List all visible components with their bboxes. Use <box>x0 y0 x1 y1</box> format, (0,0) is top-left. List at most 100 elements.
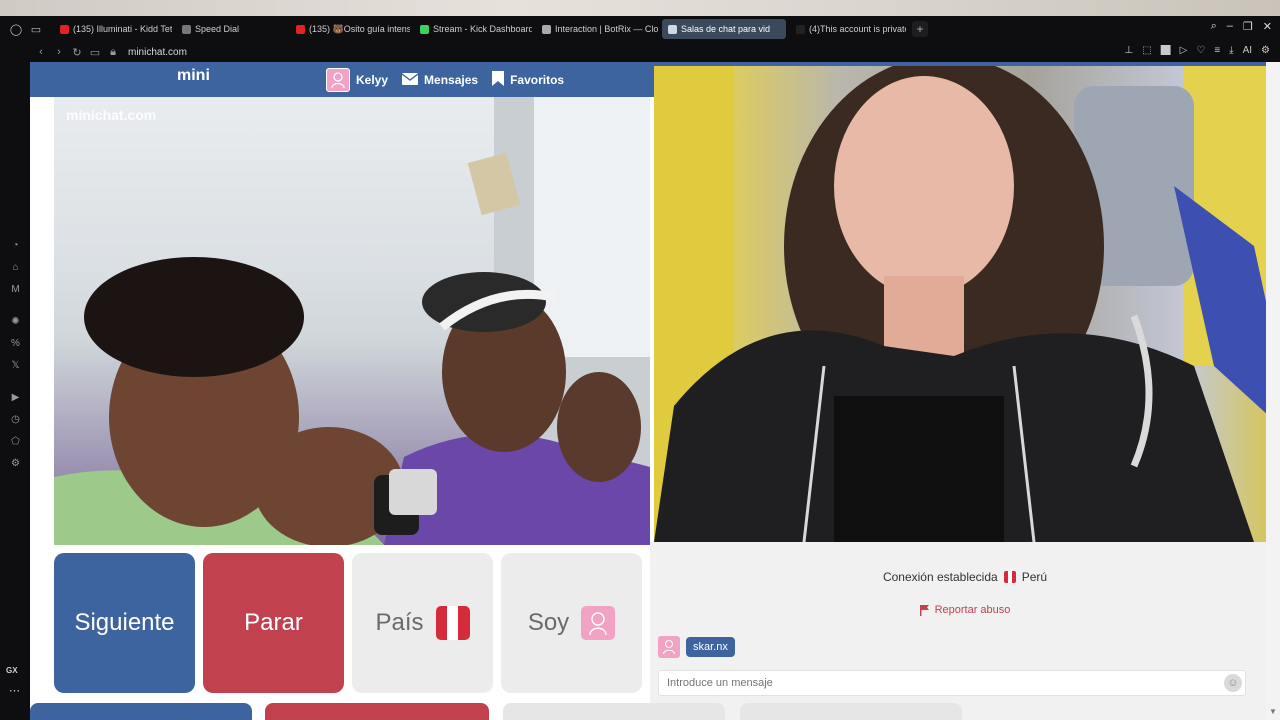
download-icon[interactable]: ⤓ <box>1229 45 1233 56</box>
remote-video-scene <box>654 66 1280 542</box>
player-icon[interactable]: ▶ <box>9 391 22 404</box>
page-scrollbar[interactable]: ▼ <box>1266 62 1280 720</box>
browser-tab[interactable]: Interaction | BotRix — Clou <box>536 19 658 39</box>
messenger-icon[interactable]: M <box>9 283 22 296</box>
history-icon[interactable]: ◷ <box>9 413 22 426</box>
background-strip <box>0 0 1280 16</box>
peru-flag-icon <box>435 606 470 640</box>
camera-icon[interactable]: ▭ <box>86 46 104 59</box>
tab-favicon-icon <box>420 24 429 34</box>
local-video-scene <box>54 97 650 545</box>
stop-button-label: Parar <box>244 609 303 636</box>
url-field[interactable]: minichat.com <box>128 47 187 58</box>
peru-flag-icon <box>1003 571 1016 583</box>
workspace-icon[interactable]: ▭ <box>26 19 46 39</box>
browser-tab[interactable]: Stream - Kick Dashboard <box>414 19 532 39</box>
tab-favicon-icon <box>296 24 305 34</box>
nav-messages[interactable]: Mensajes <box>401 72 479 88</box>
nav-profile[interactable]: Kelyy <box>326 68 388 92</box>
reload-icon[interactable]: ↻ <box>68 46 86 59</box>
new-tab-button[interactable]: + <box>912 21 928 37</box>
nav-messages-label: Mensajes <box>424 73 479 87</box>
address-bar: ‹ › ↻ ▭ 🔒︎ minichat.com ⊥ ⬚ ⬛︎ ▷ ♡ ≡ ⤓ A… <box>0 42 1280 62</box>
pin-icon[interactable]: ⊥ <box>1124 45 1133 56</box>
shield-icon[interactable]: ⬛︎ <box>1161 45 1171 56</box>
next-button-label: Siguiente <box>74 609 175 636</box>
tab-label: Stream - Kick Dashboard <box>433 24 532 34</box>
tab-label: Interaction | BotRix — Clou <box>555 24 658 34</box>
bottom-peek-blue <box>30 703 252 720</box>
window-controls: ⌕ – ❐ ✕ <box>1211 20 1272 33</box>
browser-tab[interactable]: Speed Dial <box>176 19 286 39</box>
tab-bar: ◯ ▭ (135) Illuminati - Kidd Teto Speed Di… <box>0 16 1280 42</box>
chatgpt-icon[interactable]: ✺ <box>9 315 22 328</box>
nav-favorites[interactable]: Favoritos <box>492 71 564 89</box>
forward-icon[interactable]: › <box>50 46 68 58</box>
speed-dial-icon[interactable]: ◔ <box>9 239 22 252</box>
bottom-peek-gray <box>740 703 962 720</box>
scroll-down-icon[interactable]: ▼ <box>1269 707 1277 716</box>
settings-icon[interactable]: ⚙ <box>1261 45 1270 56</box>
minimize-icon[interactable]: – <box>1227 20 1233 33</box>
tab-label: Salas de chat para vid <box>681 24 771 34</box>
browser-sidebar: ◔ ⌂ M ✺ % 𝕏 ▶ ◷ ⬠ ⚙ GX ⋯ <box>0 62 30 720</box>
country-button-label: País <box>375 609 424 636</box>
chat-panel: Conexión establecida Perú Reportar abuso… <box>650 542 1280 720</box>
back-icon[interactable]: ‹ <box>32 46 50 58</box>
partner-row: skar.nx <box>658 636 735 658</box>
site-nav: Kelyy Mensajes Favoritos <box>326 68 564 92</box>
gender-button[interactable]: Soy <box>501 553 642 693</box>
opera-logo-icon[interactable]: ◯ <box>6 19 26 39</box>
country-button[interactable]: País <box>352 553 493 693</box>
tab-favicon-icon <box>60 24 69 34</box>
female-avatar-icon <box>658 636 680 658</box>
next-button[interactable]: Siguiente <box>54 553 195 693</box>
message-input[interactable] <box>658 670 1246 696</box>
browser-tab[interactable]: (135) 🐻Osito guía intens <box>290 19 410 39</box>
tab-favicon-icon <box>796 24 805 34</box>
local-video: minichat.com <box>54 97 650 545</box>
partner-country: Perú <box>1021 570 1048 584</box>
menu-lines-icon[interactable]: ≡ <box>1214 45 1220 56</box>
tab-label: (4)This account is private. <box>809 24 906 34</box>
connection-status-text: Conexión establecida <box>882 570 998 584</box>
gx-label[interactable]: GX <box>6 666 18 675</box>
aria-ai-icon[interactable]: AI <box>1243 45 1252 56</box>
stop-button[interactable]: Parar <box>203 553 344 693</box>
female-avatar-icon <box>326 68 350 92</box>
bottom-peek-red <box>265 703 489 720</box>
browser-tab[interactable]: (135) Illuminati - Kidd Teto <box>54 19 172 39</box>
minichat-page: mini chat Kelyy Mensajes <box>30 62 1280 720</box>
bookmark-icon <box>492 71 505 89</box>
percent-icon[interactable]: % <box>9 337 22 350</box>
nav-favorites-label: Favoritos <box>510 73 565 87</box>
browser-tab[interactable]: Salas de chat para vid <box>662 19 786 39</box>
sidebar-settings-icon[interactable]: ⚙ <box>9 457 22 470</box>
maximize-icon[interactable]: ❐ <box>1243 20 1253 33</box>
bottom-peek-gray <box>503 703 725 720</box>
more-icon[interactable]: ⋯ <box>9 684 20 697</box>
minichat-watermark: minichat.com <box>66 107 157 123</box>
tab-label: (135) Illuminati - Kidd Teto <box>73 24 172 34</box>
nav-profile-label: Kelyy <box>356 73 389 87</box>
x-twitter-icon[interactable]: 𝕏 <box>9 359 22 372</box>
search-tabs-icon[interactable]: ⌕ <box>1211 20 1217 33</box>
partner-username[interactable]: skar.nx <box>686 637 735 657</box>
heart-icon[interactable]: ♡ <box>1196 45 1205 56</box>
play-icon[interactable]: ▷ <box>1180 45 1188 56</box>
lock-icon: 🔒︎ <box>110 45 116 58</box>
emoji-icon[interactable]: ☺ <box>1224 674 1242 692</box>
close-icon[interactable]: ✕ <box>1263 20 1272 33</box>
tab-label: (135) 🐻Osito guía intens <box>309 23 410 34</box>
report-abuse-label: Reportar abuso <box>934 604 1011 616</box>
site-logo[interactable]: mini chat <box>177 67 1280 720</box>
browser-tab[interactable]: (4)This account is private. <box>790 19 906 39</box>
connection-status: Conexión establecida Perú <box>650 570 1280 584</box>
female-avatar-icon <box>581 606 616 640</box>
extensions-icon[interactable]: ⬠ <box>9 435 22 448</box>
logo-mini-text: mini <box>177 67 210 84</box>
snapshot-icon[interactable]: ⬚ <box>1142 45 1151 56</box>
tab-label: Speed Dial <box>195 24 240 34</box>
report-abuse-link[interactable]: Reportar abuso <box>650 604 1280 616</box>
wallet-icon[interactable]: ⌂ <box>9 261 22 274</box>
